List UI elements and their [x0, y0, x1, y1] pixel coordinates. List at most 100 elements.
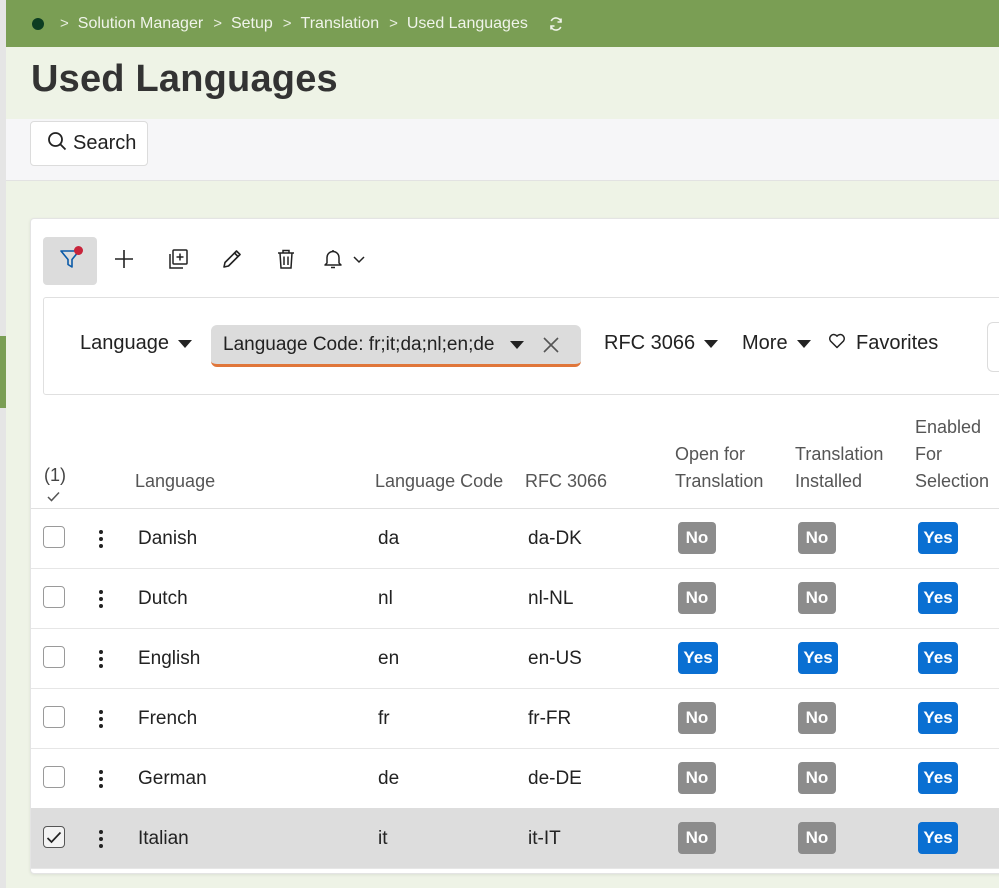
- table-header: (1) Language Language Code RFC 3066 Open…: [31, 404, 999, 509]
- chevron-right-icon: >: [389, 15, 398, 32]
- enabled-for-selection-badge: Yes: [918, 582, 958, 614]
- search-icon: [47, 131, 73, 157]
- more-filter-label: More: [742, 332, 788, 354]
- row-checkbox[interactable]: [43, 586, 65, 608]
- language-code-filter-label: Language Code: fr;it;da;nl;en;de: [223, 333, 495, 355]
- caret-down-icon[interactable]: [510, 340, 525, 349]
- table-row[interactable]: Danish da da-DK No No Yes: [31, 508, 999, 569]
- kebab-icon[interactable]: [99, 528, 103, 549]
- page-title: Used Languages: [31, 58, 338, 100]
- column-header-open-for-translation[interactable]: Open for Translation: [675, 441, 763, 495]
- cell-language: English: [138, 648, 201, 669]
- column-header-language-code[interactable]: Language Code: [375, 468, 503, 495]
- close-icon[interactable]: [542, 336, 560, 354]
- search-button[interactable]: Search: [30, 121, 148, 166]
- table-row[interactable]: English en en-US Yes Yes Yes: [31, 628, 999, 689]
- row-checkbox[interactable]: [43, 526, 65, 548]
- chevron-right-icon: >: [60, 15, 69, 32]
- kebab-icon[interactable]: [99, 648, 103, 669]
- kebab-icon[interactable]: [99, 828, 103, 849]
- bell-icon: [322, 248, 344, 275]
- cell-language: Dutch: [138, 588, 188, 609]
- checkmark-icon: [46, 831, 62, 843]
- language-filter-label: Language: [80, 332, 169, 354]
- language-code-filter-chip[interactable]: Language Code: fr;it;da;nl;en;de: [211, 325, 581, 367]
- cell-rfc: fr-FR: [528, 708, 572, 729]
- filter-button[interactable]: [43, 237, 97, 285]
- more-filter-dropdown[interactable]: More: [742, 332, 811, 355]
- cell-rfc: de-DE: [528, 768, 582, 789]
- notifications-button[interactable]: [313, 237, 375, 285]
- open-for-translation-badge: No: [678, 522, 716, 554]
- kebab-icon[interactable]: [99, 768, 103, 789]
- kebab-icon[interactable]: [99, 588, 103, 609]
- column-header-language[interactable]: Language: [135, 468, 215, 495]
- enabled-for-selection-badge: Yes: [918, 522, 958, 554]
- language-filter-dropdown[interactable]: Language: [80, 332, 192, 355]
- table-row[interactable]: Italian it it-IT No No Yes: [31, 808, 999, 869]
- enabled-for-selection-badge: Yes: [918, 642, 958, 674]
- toolbar: [43, 237, 375, 285]
- table-row[interactable]: French fr fr-FR No No Yes: [31, 688, 999, 749]
- chevron-right-icon: >: [213, 15, 222, 32]
- breadcrumb-item-setup[interactable]: Setup: [231, 15, 273, 33]
- left-edge-marker: [0, 336, 6, 408]
- breadcrumb-item-translation[interactable]: Translation: [301, 15, 380, 33]
- trash-icon: [275, 248, 297, 275]
- add-button[interactable]: [97, 237, 151, 285]
- enabled-for-selection-badge: Yes: [918, 762, 958, 794]
- rfc-filter-label: RFC 3066: [604, 332, 696, 354]
- open-for-translation-badge: No: [678, 822, 716, 854]
- column-header-open-line2: Translation: [675, 471, 764, 491]
- open-for-translation-badge: No: [678, 582, 716, 614]
- cell-language-code: it: [378, 828, 388, 849]
- row-checkbox[interactable]: [43, 766, 65, 788]
- cell-rfc: da-DK: [528, 528, 582, 549]
- column-header-enabled-for-selection[interactable]: Enabled For Selection: [915, 414, 989, 495]
- column-header-rfc[interactable]: RFC 3066: [525, 468, 607, 495]
- cell-language: Italian: [138, 828, 189, 849]
- chevron-down-icon[interactable]: [352, 252, 366, 271]
- select-all-checkmark-icon[interactable]: [47, 483, 60, 510]
- breadcrumb-item-solution-manager[interactable]: Solution Manager: [78, 15, 203, 33]
- translation-installed-badge: No: [798, 582, 836, 614]
- column-header-translation-installed[interactable]: Translation Installed: [795, 441, 883, 495]
- kebab-icon[interactable]: [99, 708, 103, 729]
- cell-rfc: en-US: [528, 648, 582, 669]
- cell-language-code: en: [378, 648, 400, 669]
- rfc-filter-dropdown[interactable]: RFC 3066: [604, 332, 719, 355]
- delete-button[interactable]: [259, 237, 313, 285]
- translation-installed-badge: No: [798, 822, 836, 854]
- translation-installed-badge: No: [798, 702, 836, 734]
- search-band: [6, 119, 999, 181]
- home-dot-icon[interactable]: [32, 17, 44, 30]
- cell-language: German: [138, 768, 207, 789]
- translation-installed-badge: No: [798, 762, 836, 794]
- edit-button[interactable]: [205, 237, 259, 285]
- column-header-enabled-line2: For: [915, 444, 942, 464]
- translation-installed-badge: Yes: [798, 642, 838, 674]
- favorites-label: Favorites: [856, 332, 939, 354]
- table-row[interactable]: German de de-DE No No Yes: [31, 748, 999, 809]
- search-field-edge[interactable]: [987, 322, 999, 372]
- table-row[interactable]: Dutch nl nl-NL No No Yes: [31, 568, 999, 629]
- breadcrumb: > Solution Manager > Setup > Translation…: [6, 0, 999, 47]
- filter-bar: Language Language Code: fr;it;da;nl;en;d…: [43, 297, 999, 395]
- breadcrumb-item-used-languages[interactable]: Used Languages: [407, 15, 528, 33]
- favorites-button[interactable]: Favorites: [828, 332, 938, 355]
- cell-language-code: fr: [378, 708, 390, 729]
- caret-down-icon: [177, 339, 192, 348]
- row-checkbox[interactable]: [43, 706, 65, 728]
- search-button-label: Search: [73, 132, 137, 154]
- plus-icon: [113, 248, 135, 275]
- cell-language: French: [138, 708, 198, 729]
- column-header-enabled-line1: Enabled: [915, 417, 982, 437]
- open-for-translation-badge: No: [678, 702, 716, 734]
- translation-installed-badge: No: [798, 522, 836, 554]
- cell-language-code: nl: [378, 588, 393, 609]
- refresh-icon[interactable]: [548, 16, 564, 32]
- duplicate-button[interactable]: [151, 237, 205, 285]
- row-checkbox[interactable]: [43, 646, 65, 668]
- column-header-installed-line2: Installed: [795, 471, 863, 491]
- row-checkbox[interactable]: [43, 826, 65, 848]
